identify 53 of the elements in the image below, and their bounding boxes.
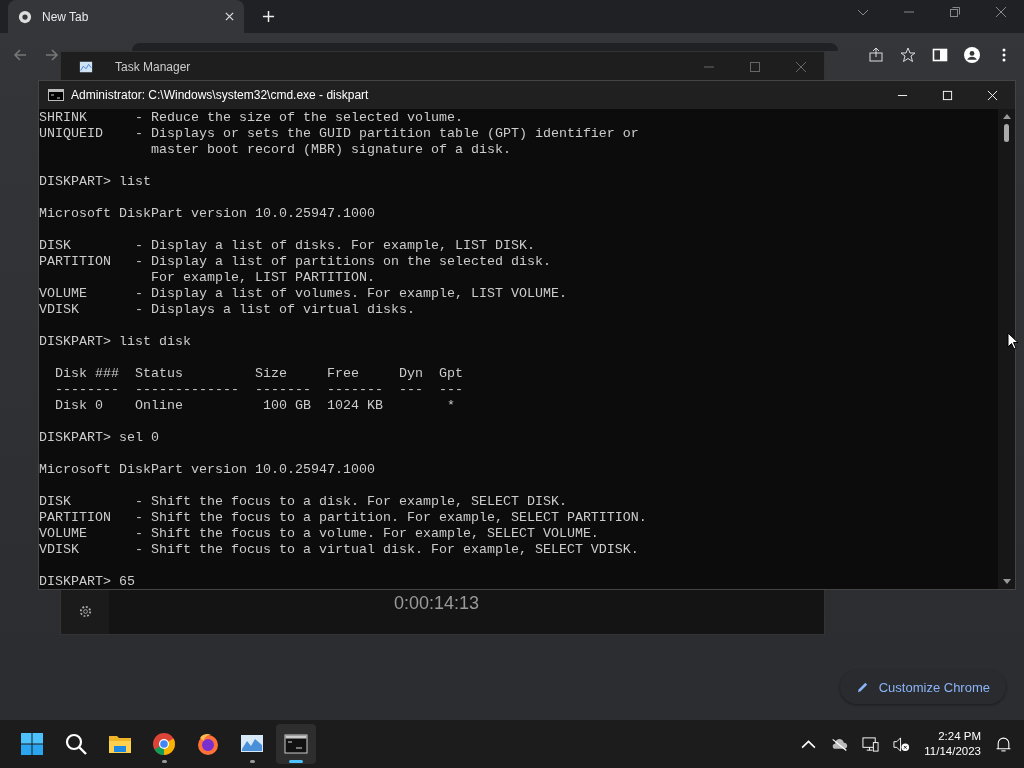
chrome-icon bbox=[152, 732, 176, 756]
network-icon[interactable] bbox=[862, 735, 880, 753]
clock[interactable]: 2:24 PM 11/14/2023 bbox=[924, 729, 981, 759]
console-line: SHRINK - Reduce the size of the selected volume. bbox=[39, 110, 463, 126]
customize-chrome-button[interactable]: Customize Chrome bbox=[839, 670, 1006, 704]
pencil-icon bbox=[855, 680, 869, 694]
console-line: For example, LIST PARTITION. bbox=[149, 270, 375, 286]
console-line: VOLUME - Shift the focus to a volume. For example, SELECT VOLUME. bbox=[39, 526, 599, 542]
restore-icon[interactable] bbox=[949, 5, 961, 18]
console-line: DISK - Shift the focus to a disk. For example, SELECT DISK. bbox=[39, 494, 567, 510]
taskbar-app[interactable] bbox=[276, 724, 316, 764]
speaker-muted-icon[interactable] bbox=[893, 735, 911, 753]
console-line: Disk 0 Online 100 GB 1024 KB * bbox=[54, 398, 455, 414]
scrollbar[interactable] bbox=[998, 109, 1015, 589]
side-panel-icon[interactable] bbox=[932, 47, 948, 63]
console-line: Microsoft DiskPart version 10.0.25947.1000 bbox=[39, 206, 375, 222]
console-line: Microsoft DiskPart version 10.0.25947.1000 bbox=[39, 462, 375, 478]
console-line: master boot record (MBR) signature of a disk. bbox=[149, 142, 511, 158]
console-line: Disk ### Status Size Free Dyn Gpt bbox=[54, 366, 463, 382]
console-line: DISKPART> list disk bbox=[39, 334, 191, 350]
elapsed-time: 0:00:14:13 bbox=[393, 593, 480, 614]
task-manager-icon bbox=[79, 60, 93, 74]
console-line: VDISK - Displays a list of virtual disks. bbox=[39, 302, 415, 318]
window-title: Task Manager bbox=[115, 60, 191, 74]
search-icon bbox=[64, 732, 88, 756]
back-icon[interactable] bbox=[12, 47, 28, 63]
firefox-icon bbox=[196, 732, 220, 756]
new-tab-icon[interactable] bbox=[262, 10, 275, 23]
notification-bell-icon[interactable] bbox=[995, 735, 1012, 753]
browser-tab[interactable]: New Tab bbox=[8, 0, 244, 33]
scroll-thumb[interactable] bbox=[1004, 124, 1009, 142]
scroll-down-icon[interactable] bbox=[1002, 579, 1011, 585]
console-line: DISKPART> sel 0 bbox=[39, 430, 159, 446]
console-line: PARTITION - Display a list of partitions on the selected disk. bbox=[39, 254, 551, 270]
console-icon bbox=[284, 732, 308, 756]
star-icon[interactable] bbox=[900, 47, 916, 63]
console-line: DISKPART> list bbox=[39, 174, 151, 190]
console-line: -------- ------------- ------- ------- --- --- bbox=[54, 382, 463, 398]
console-line: DISKPART> 65 bbox=[39, 574, 135, 589]
console-line: VOLUME - Display a list of volumes. For example, LIST VOLUME. bbox=[39, 286, 567, 302]
window-title: Administrator: C:\Windows\system32\cmd.exe - diskpart bbox=[71, 88, 369, 102]
console-line: UNIQUEID - Displays or sets the GUID partition table (GPT) identifier or bbox=[39, 126, 639, 142]
forward-icon[interactable] bbox=[44, 47, 60, 63]
settings-icon[interactable] bbox=[77, 604, 93, 619]
console-line: DISK - Display a list of disks. For example, LIST DISK. bbox=[39, 238, 535, 254]
chrome-icon bbox=[18, 9, 32, 24]
console-line: PARTITION - Shift the focus to a partition. For example, SELECT PARTITION. bbox=[39, 510, 647, 526]
console-icon bbox=[48, 89, 64, 101]
scroll-up-icon[interactable] bbox=[1002, 113, 1011, 119]
share-icon[interactable] bbox=[868, 47, 884, 63]
windows-icon bbox=[20, 732, 44, 756]
profile-icon[interactable] bbox=[964, 47, 980, 63]
console-line: VDISK - Shift the focus to a virtual disk. For example, SELECT VDISK. bbox=[39, 542, 639, 558]
